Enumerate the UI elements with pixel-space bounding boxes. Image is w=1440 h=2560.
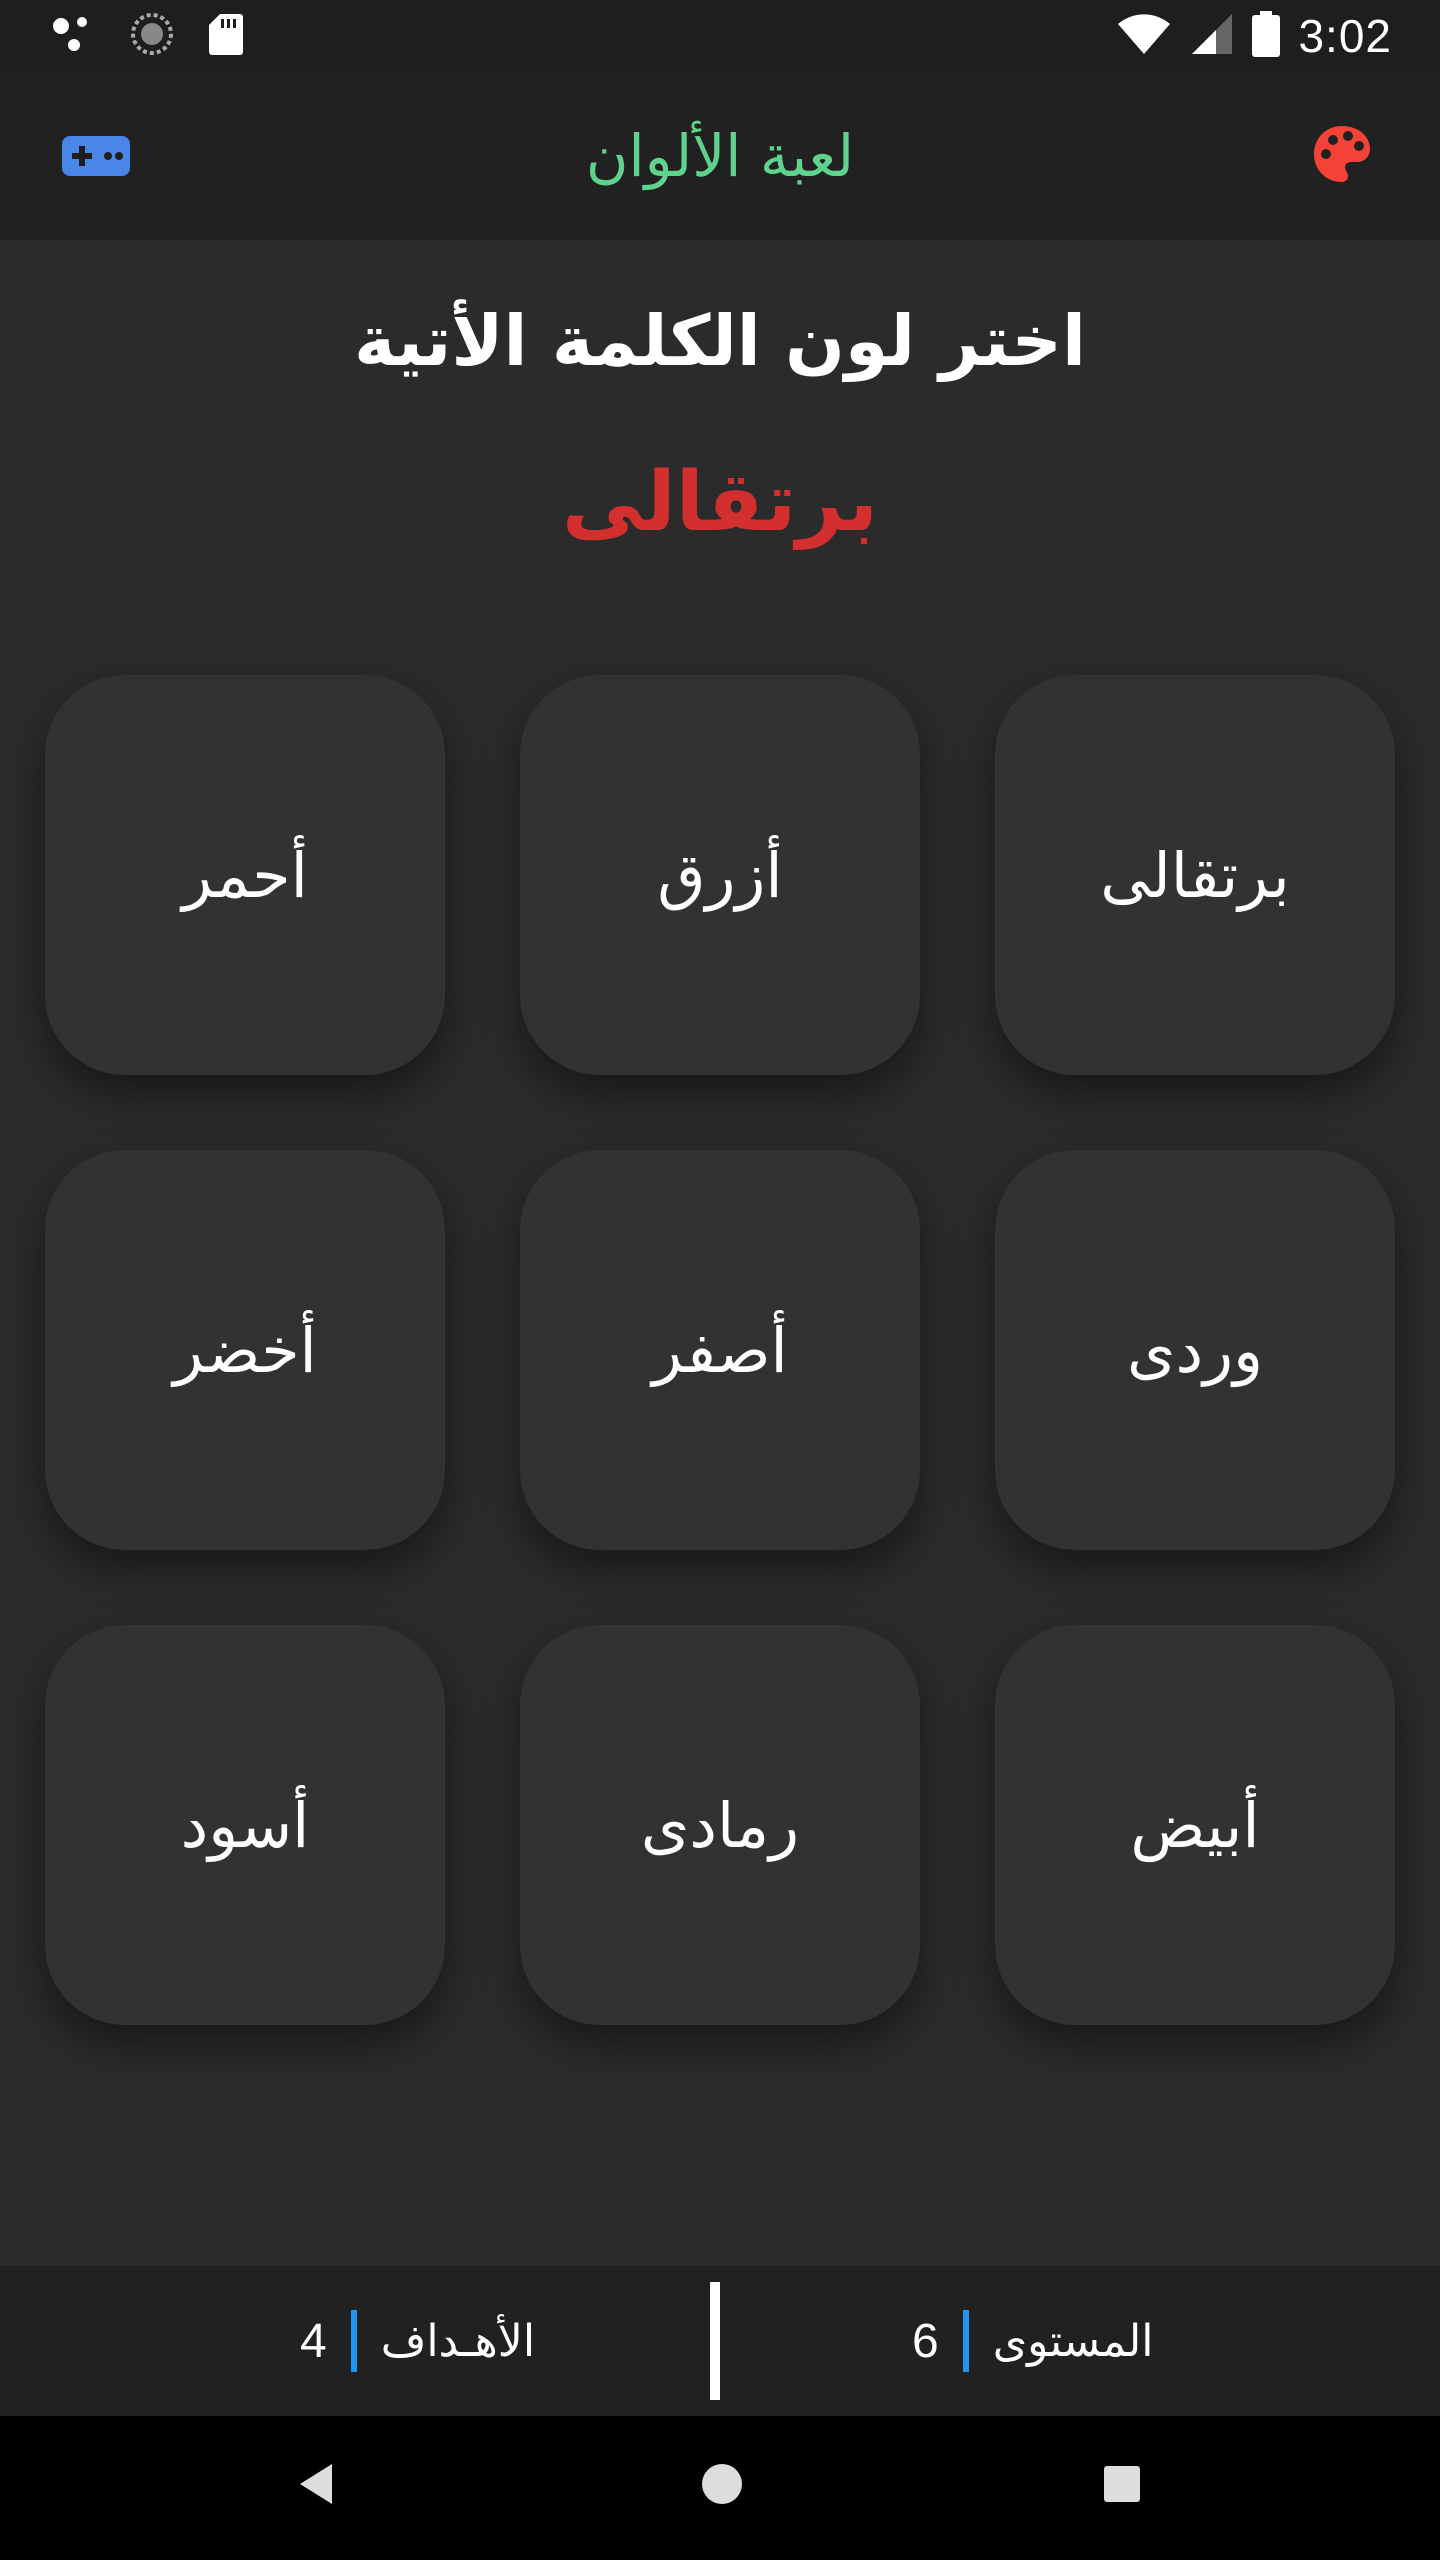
sync-icon xyxy=(130,12,174,60)
stats-divider xyxy=(710,2282,720,2400)
recents-icon[interactable] xyxy=(1102,2460,1142,2512)
battery-icon xyxy=(1252,11,1281,61)
score-stat: 4 الأهـداف xyxy=(300,2266,535,2416)
back-icon[interactable] xyxy=(296,2460,336,2512)
choice-button[interactable]: أصفر xyxy=(520,1150,920,1550)
color-choices-grid: برتقالى أزرق أحمر وردى أصفر أخضر أبيض رم… xyxy=(45,675,1395,2025)
score-value: 4 xyxy=(300,2314,327,2368)
status-bar: 3:02 xyxy=(0,0,1440,72)
clock: 3:02 xyxy=(1298,10,1392,62)
choice-button[interactable]: وردى xyxy=(995,1150,1395,1550)
choice-button[interactable]: أبيض xyxy=(995,1625,1395,2025)
instruction-text: اختر لون الكلمة الأتية xyxy=(354,300,1086,382)
level-label: المستوى xyxy=(992,2315,1154,2367)
choice-button[interactable]: أزرق xyxy=(520,675,920,1075)
score-label: الأهـداف xyxy=(380,2315,536,2367)
choice-button[interactable]: أخضر xyxy=(45,1150,445,1550)
home-icon[interactable] xyxy=(700,2460,744,2512)
sd-card-icon xyxy=(208,12,244,60)
choice-button[interactable]: رمادى xyxy=(520,1625,920,2025)
navigation-bar xyxy=(0,2416,1440,2560)
notification-dots-icon xyxy=(52,14,96,58)
app-title: لعبة الألوان xyxy=(585,122,855,190)
palette-icon[interactable] xyxy=(1312,124,1372,188)
level-accent-bar xyxy=(962,2310,969,2372)
choice-button[interactable]: أسود xyxy=(45,1625,445,2025)
score-accent-bar xyxy=(350,2310,357,2372)
choice-button[interactable]: برتقالى xyxy=(995,675,1395,1075)
signal-icon xyxy=(1190,12,1234,60)
target-word: برتقالى xyxy=(561,455,879,550)
level-stat: 6 المستوى xyxy=(912,2266,1153,2416)
stats-bar: 4 الأهـداف 6 المستوى xyxy=(0,2266,1440,2416)
level-value: 6 xyxy=(912,2314,939,2368)
app-bar: لعبة الألوان xyxy=(0,72,1440,240)
wifi-icon xyxy=(1116,12,1172,60)
choice-button[interactable]: أحمر xyxy=(45,675,445,1075)
